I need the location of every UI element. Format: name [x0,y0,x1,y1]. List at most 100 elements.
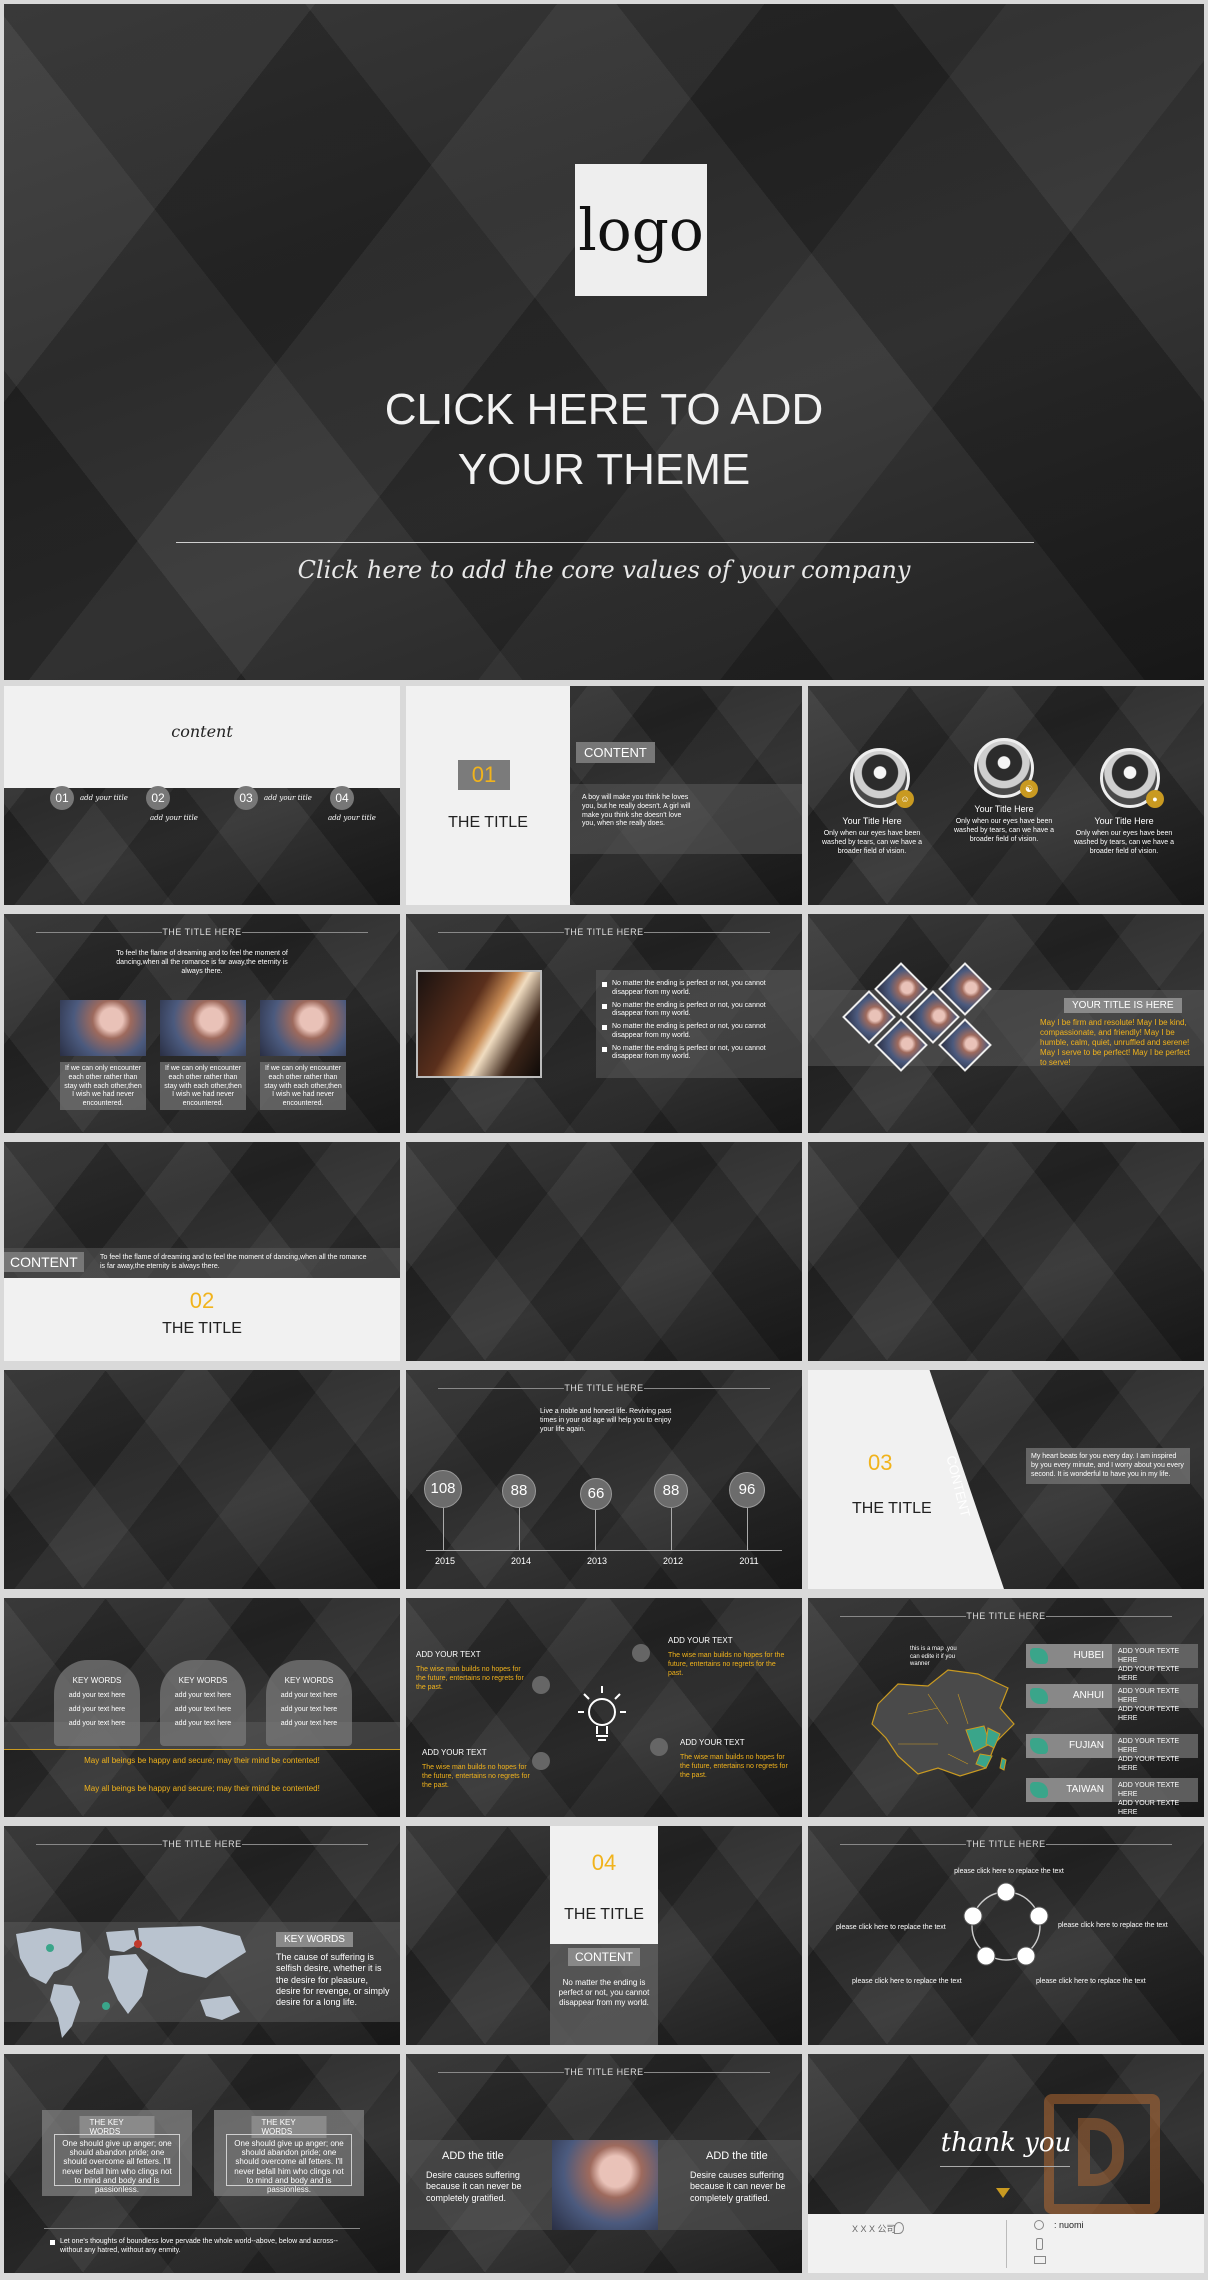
thanks-rule [940,2166,1070,2167]
footer-divider [1006,2220,1007,2268]
timeline-slide[interactable]: THE TITLE HERE Live a noble and honest l… [406,1370,802,1589]
toc-title: content [171,722,233,741]
china-map-slide[interactable]: THE TITLE HERE this is a map ,you can ed… [808,1598,1204,1817]
blank-slide[interactable] [4,1370,400,1589]
block-title: ADD YOUR TEXT [668,1636,733,1645]
bullet-item: No matter the ending is perfect or not, … [602,1023,798,1041]
cycle-slide[interactable]: THE TITLE HERE please click here to repl… [808,1826,1204,2045]
logo-text: logo [578,196,704,264]
province-desc: ADD YOUR TEXTE HERE [1118,1648,1180,1664]
province-row[interactable]: FUJIAN ADD YOUR TEXTE HERE ADD YOUR TEXTE… [1026,1734,1198,1772]
frame-text: One should give up anger; one should aba… [226,2134,352,2194]
footer-rule [44,2228,360,2229]
keywords-slide[interactable]: KEY WORDS add your text here add your te… [4,1598,400,1817]
province-row[interactable]: TAIWAN ADD YOUR TEXTE HERE ADD YOUR TEXTE… [1026,1778,1198,1816]
timeline-value: 88 [654,1474,688,1508]
block-text: The wise man builds no hopes for the fut… [416,1666,524,1691]
section01-panel: 01 THE TITLE [406,686,570,905]
toc-label: add your title [328,814,376,822]
blank-slide[interactable] [406,1142,802,1361]
thanks-slide[interactable]: thank you X X X 公司 : nuomi [808,2054,1204,2273]
world-map-slide[interactable]: THE TITLE HERE KEY WORDS The cause of su… [4,1826,400,2045]
block-text: The wise man builds no hopes for the fut… [422,1764,530,1789]
timeline-stem [595,1510,596,1550]
timeline-value: 88 [502,1474,536,1508]
portrait-photo [552,2140,658,2230]
province-desc: ADD YOUR TEXTE HERE [1118,1756,1180,1772]
timeline-value: 96 [729,1472,765,1508]
cover-slide[interactable]: logo CLICK HERE TO ADD YOUR THEME Click … [4,4,1204,680]
cover-title: CLICK HERE TO ADD YOUR THEME [4,380,1204,500]
photos3-slide[interactable]: THE TITLE HERE To feel the flame of drea… [4,914,400,1133]
keyword-frame: THE KEY WORDS One should give up anger; … [42,2110,192,2196]
cycle-label: please click here to replace the text [852,1978,962,1985]
bullet-list: No matter the ending is perfect or not, … [602,980,798,1066]
keyword-line: add your text here [280,1692,338,1699]
section04-text: No matter the ending is perfect or not, … [558,1978,650,2007]
province-desc: ADD YOUR TEXTE HERE [1118,1800,1180,1816]
keyword-panel: KEY WORDS add your text here add your te… [160,1660,246,1746]
team-slide[interactable]: ☺ Your Title Here Only when our eyes hav… [808,686,1204,905]
split-slide[interactable]: THE TITLE HERE ADD the title Desire caus… [406,2054,802,2273]
toc-num: 02 [146,786,170,810]
diamonds-slide[interactable]: YOUR TITLE IS HERE May I be firm and res… [808,914,1204,1133]
province-desc: ADD YOUR TEXTE HERE [1118,1666,1180,1682]
group-icon: ☯ [1020,780,1038,798]
bulb-slide[interactable]: ADD YOUR TEXT The wise man builds no hop… [406,1598,802,1817]
gear-icon [532,1676,550,1694]
lock-icon: ● [1146,790,1164,808]
section01-content-label: CONTENT [576,742,655,763]
keyword-line: add your text here [68,1719,126,1727]
section04-panel: 04 THE TITLE [550,1826,658,1944]
shield-icon [632,1644,650,1662]
keyframes-slide[interactable]: THE KEY WORDS One should give up anger; … [4,2054,400,2273]
section03-num: 03 [868,1450,893,1475]
bulb-block: ADD YOUR TEXT The wise man builds no hop… [680,1738,794,1780]
slide-heading: THE TITLE HERE [406,2067,802,2077]
toc-label: add your title [150,814,198,822]
slide-heading: THE TITLE HERE [4,927,400,937]
timeline-year: 2013 [586,1556,608,1566]
leaf-icon [1030,1782,1048,1798]
contact-name: : nuomi [1054,2220,1084,2230]
section02-slide[interactable]: CONTENT To feel the flame of dreaming an… [4,1142,400,1361]
timeline-year: 2011 [739,1556,759,1566]
slide-heading: THE TITLE HERE [406,1383,802,1393]
photo [260,1000,346,1056]
cycle-label: please click here to replace the text [1058,1922,1168,1929]
keyword-line: add your text here [174,1719,232,1727]
section03-title: THE TITLE [852,1500,932,1517]
section01-slide[interactable]: 01 THE TITLE CONTENT A boy will make you… [406,686,802,905]
section02-panel: 02 THE TITLE [4,1278,400,1361]
leaf-icon [1030,1648,1048,1664]
timeline-year: 2012 [662,1556,684,1566]
timeline-axis [426,1550,782,1551]
province-row[interactable]: HUBEI ADD YOUR TEXTE HERE ADD YOUR TEXTE … [1026,1644,1198,1682]
section04-content-label: CONTENT [568,1948,640,1966]
toc-slide[interactable]: content 01 add your title 02 add your ti… [4,686,400,905]
split-right-title: ADD the title [706,2150,768,2162]
diamonds-text: May I be firm and resolute! May I be kin… [1040,1018,1190,1067]
timeline-stem [443,1508,444,1550]
share-icon [650,1738,668,1756]
province-row[interactable]: ANHUI ADD YOUR TEXTE HERE ADD YOUR TEXTE … [1026,1684,1198,1722]
block-text: The wise man builds no hopes for the fut… [668,1652,785,1677]
split-right-text: Desire causes suffering because it can n… [690,2170,786,2203]
blank-slide[interactable] [808,1142,1204,1361]
logo-box: logo [575,164,707,296]
section04-slide[interactable]: 04 THE TITLE CONTENT No matter the endin… [406,1826,802,2045]
section03-slide[interactable]: 03 THE TITLE CONTENT My heart beats for … [808,1370,1204,1589]
keywords-line1: May all beings be happy and secure; may … [84,1756,320,1765]
world-map [10,1922,260,2044]
province-name: HUBEI [1073,1650,1104,1661]
bullets-slide[interactable]: THE TITLE HERE No matter the ending is p… [406,914,802,1133]
member-text: Only when our eyes have been washed by t… [822,830,923,855]
bullet-item: No matter the ending is perfect or not, … [602,980,798,998]
timeline-value: 108 [424,1470,462,1508]
member-name: Your Title Here [842,816,902,826]
cycle-label: please click here to replace the text [836,1924,946,1931]
cover-title-line1: CLICK HERE TO ADD [384,385,824,434]
bulb-block: ADD YOUR TEXT The wise man builds no hop… [416,1650,526,1692]
bulb-block: ADD YOUR TEXT The wise man builds no hop… [668,1636,792,1678]
keyword-frame: THE KEY WORDS One should give up anger; … [214,2110,364,2196]
